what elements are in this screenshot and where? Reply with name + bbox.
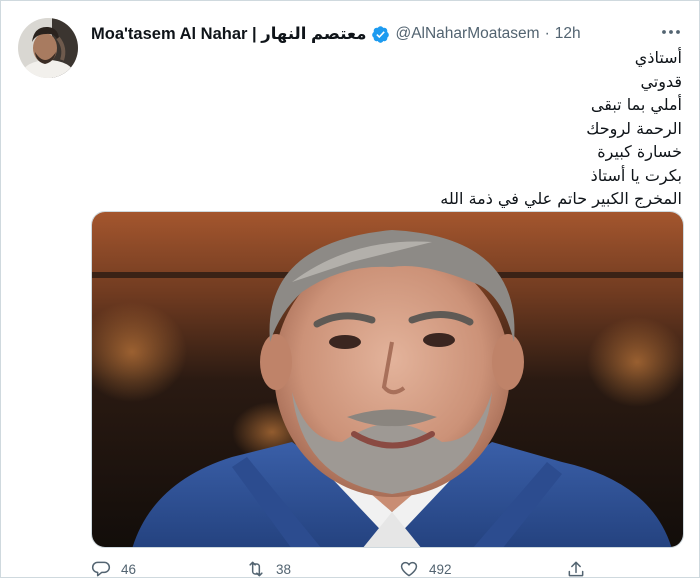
share-button[interactable]	[566, 559, 596, 579]
tweet-text-line: خسارة كبيرة	[597, 142, 682, 161]
tweet-text-line: أملي بما تبقى	[590, 95, 682, 114]
portrait-photo	[92, 212, 683, 547]
tweet-text-line: قدوتي	[640, 71, 682, 91]
reply-button[interactable]: 46	[91, 559, 136, 579]
meta-separator: ·	[544, 25, 550, 42]
retweet-button[interactable]: 38	[246, 559, 291, 579]
verified-badge-icon	[371, 25, 390, 44]
heart-icon	[400, 561, 418, 577]
share-icon	[568, 561, 584, 577]
like-button[interactable]: 492	[399, 559, 452, 579]
tweet-card[interactable]: Moa'tasem Al Nahar | معتصم النهار @AlNah…	[0, 0, 700, 578]
like-count: 492	[429, 561, 452, 577]
tweet-text-line: بكرت يا أستاذ	[590, 165, 682, 185]
avatar[interactable]	[18, 18, 78, 78]
tweet-timestamp[interactable]: 12h	[555, 25, 581, 43]
retweet-icon	[249, 561, 263, 577]
reply-count: 46	[121, 561, 137, 577]
avatar-photo	[18, 18, 78, 78]
tweet-text-line: أستاذي	[634, 48, 682, 67]
tweet-text-line: الرحمة لروحك	[586, 118, 682, 138]
user-handle[interactable]: @AlNaharMoatasem	[395, 25, 539, 43]
tweet-text: أستاذي قدوتي أملي بما تبقى الرحمة لروحك …	[440, 46, 682, 211]
reply-icon	[91, 561, 111, 577]
tweet-photo[interactable]	[91, 211, 684, 548]
display-name[interactable]: Moa'tasem Al Nahar | معتصم النهار	[91, 24, 366, 44]
retweet-count: 38	[276, 561, 292, 577]
more-options-icon[interactable]	[659, 23, 683, 41]
tweet-header: Moa'tasem Al Nahar | معتصم النهار @AlNah…	[91, 23, 581, 45]
tweet-text-line: المخرج الكبير حاتم علي في ذمة الله	[440, 189, 682, 208]
